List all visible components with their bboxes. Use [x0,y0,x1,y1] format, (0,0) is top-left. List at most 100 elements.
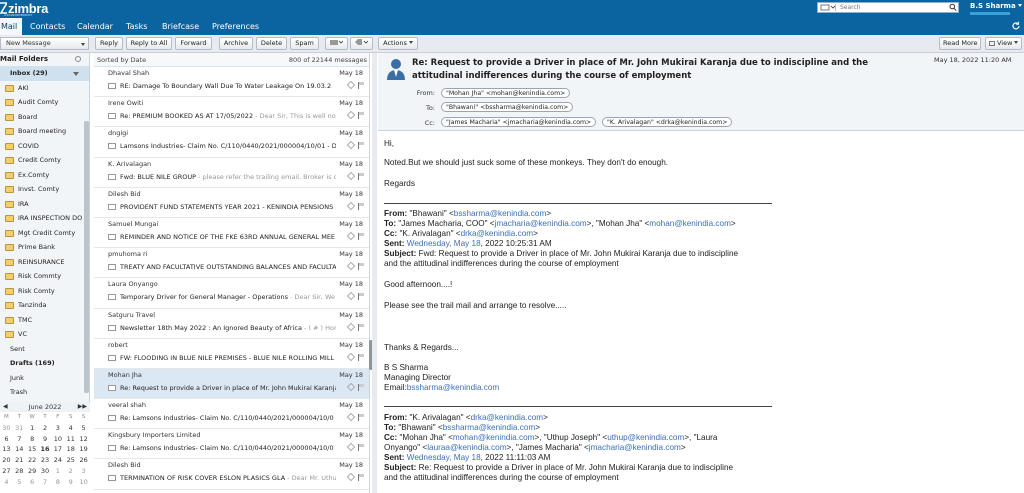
message-row[interactable]: Laura Onyango May 18 Temporary Driver for … [94,278,369,309]
message-row[interactable]: Dilesh Bid May 18 TERMINATION OF RISK COVE… [94,459,369,490]
next-year-icon[interactable]: ▶▶ [78,402,87,412]
flag-icon[interactable] [358,293,364,301]
message-row[interactable]: pmuhoma ri May 18 TREATY AND FACULTATIVE O… [94,248,369,279]
flag-icon[interactable] [358,323,364,331]
archive-button[interactable]: Archive [219,37,253,50]
from-address[interactable]: "Mohan Jha" <mohan@kenindia.com> [441,88,571,98]
tab-preferences[interactable]: Preferences [207,18,264,35]
prev-month-icon[interactable]: ◀ [3,402,8,412]
calendar-day[interactable]: 16 [39,444,52,455]
sort-label[interactable]: Sorted by Date [97,56,146,64]
message-row[interactable]: Satguru Travel May 18 Newsletter 18th May … [94,309,369,339]
flag-icon[interactable] [358,263,364,271]
tab-calendar[interactable]: Calendar [72,18,118,35]
move-folder-button[interactable] [325,37,348,50]
view-button[interactable]: View [985,37,1022,50]
pane-splitter[interactable] [372,53,377,493]
sidebar-folder[interactable]: IRA INSPECTION DO [0,211,89,226]
reply-button[interactable]: Reply [95,37,123,50]
mail-folders-header[interactable]: Mail Folders [0,53,89,66]
tab-mail[interactable]: Mail [0,18,23,35]
tag-icon[interactable] [346,110,356,120]
calendar-day[interactable]: 1 [51,466,64,477]
email-link[interactable]: jmacharia@kenindia.com [589,443,681,452]
calendar-day[interactable]: 6 [0,434,13,445]
email-link[interactable]: jmacharia@kenindia.com [495,219,587,228]
sidebar-folder[interactable]: Board [0,110,89,125]
flag-icon[interactable] [358,142,364,150]
calendar-day[interactable]: 30 [0,423,13,434]
calendar-day[interactable]: 14 [13,444,26,455]
tag-icon[interactable] [346,292,356,301]
calendar-day[interactable]: 19 [77,444,90,455]
cc-address[interactable]: "James Macharia" <jmacharia@kenindia.com… [441,117,597,127]
tab-briefcase[interactable]: Briefcase [157,18,204,35]
calendar-day[interactable]: 1 [26,423,39,434]
calendar-day[interactable]: 4 [64,423,77,434]
tag-icon[interactable] [346,201,356,210]
sidebar-folder[interactable]: Risk Commty [0,269,89,284]
message-row[interactable]: K. Arivalagan May 18 Fwd: BLUE NILE GROUP … [94,158,369,188]
calendar-day[interactable]: 3 [51,423,64,434]
email-link[interactable]: bssharma@kenindia.com [407,383,500,392]
forward-button[interactable]: Forward [175,37,212,50]
email-link[interactable]: drka@kenindia.com [461,229,533,238]
calendar-day[interactable]: 2 [64,466,77,477]
calendar-day[interactable]: 4 [0,477,13,488]
calendar-day[interactable]: 28 [13,466,26,477]
delete-button[interactable]: Delete [256,37,287,50]
date-link[interactable]: Wednesday, May 18 [404,453,481,462]
calendar-day[interactable]: 3 [77,466,90,477]
sidebar-scrollbar[interactable] [84,121,89,393]
calendar-day[interactable]: 25 [64,455,77,466]
chevron-down-icon[interactable] [73,72,79,76]
tag-icon[interactable] [346,261,356,271]
email-link[interactable]: bssharma@kenindia.com [443,423,536,432]
search-icon[interactable] [949,3,957,12]
calendar-day[interactable]: 23 [39,455,52,466]
sidebar-folder[interactable]: AKI [0,81,89,96]
sidebar-folder[interactable]: Mgt Credit Comty [0,226,89,241]
tag-icon[interactable] [346,141,356,150]
search-scope-icon[interactable] [819,4,836,11]
flag-icon[interactable] [358,383,364,391]
flag-icon[interactable] [358,474,364,482]
refresh-icon[interactable] [1011,21,1022,32]
sidebar-folder[interactable]: VC [0,327,89,342]
message-row[interactable]: dngigi May 18 Lamsons Industries- Claim No… [94,127,369,158]
sidebar-folder[interactable]: Sent [0,342,89,357]
calendar-day[interactable]: 7 [13,434,26,445]
sidebar-folder[interactable]: TMC [0,313,89,328]
calendar-day[interactable]: 6 [26,477,39,488]
calendar-day[interactable]: 22 [26,455,39,466]
message-row[interactable]: veeral shah May 18 Re: Lamsons Industries-… [94,399,369,430]
calendar-day[interactable]: 5 [13,477,26,488]
email-link[interactable]: lauraa@kenindia.com [427,443,506,452]
sidebar-folder[interactable]: COVID [0,139,89,154]
message-row[interactable]: Samuel Mungai May 18 REMINDER AND NOTICE O… [94,218,369,249]
calendar-day[interactable]: 21 [13,455,26,466]
calendar-day[interactable]: 8 [51,477,64,488]
calendar-day[interactable]: 31 [13,423,26,434]
zimbra-logo[interactable]: zimbra A SYNACOR PRODUCT [0,1,48,17]
calendar-day[interactable]: 30 [39,466,52,477]
calendar-day[interactable]: 9 [64,477,77,488]
calendar-day[interactable]: 12 [77,434,90,445]
flag-icon[interactable] [358,444,364,452]
tag-icon[interactable] [346,80,356,90]
sidebar-folder[interactable]: Inbox (29) [0,66,89,81]
flag-icon[interactable] [358,353,364,361]
tag-icon[interactable] [346,231,356,241]
calendar-day[interactable]: 13 [0,444,13,455]
flag-icon[interactable] [358,82,364,89]
sidebar-folder[interactable]: REINSURANCE [0,255,89,270]
email-link[interactable]: mohan@kenindia.com [649,219,731,228]
calendar-day[interactable]: 24 [51,455,64,466]
email-link[interactable]: bssharma@kenindia.com [454,209,547,218]
calendar-day[interactable]: 11 [64,434,77,445]
user-menu[interactable]: B.S Sharma [970,2,1022,15]
tab-tasks[interactable]: Tasks [121,18,152,35]
tag-icon[interactable] [346,322,356,331]
tag-icon[interactable] [346,382,356,392]
sidebar-folder[interactable]: Invst. Comty [0,182,89,197]
